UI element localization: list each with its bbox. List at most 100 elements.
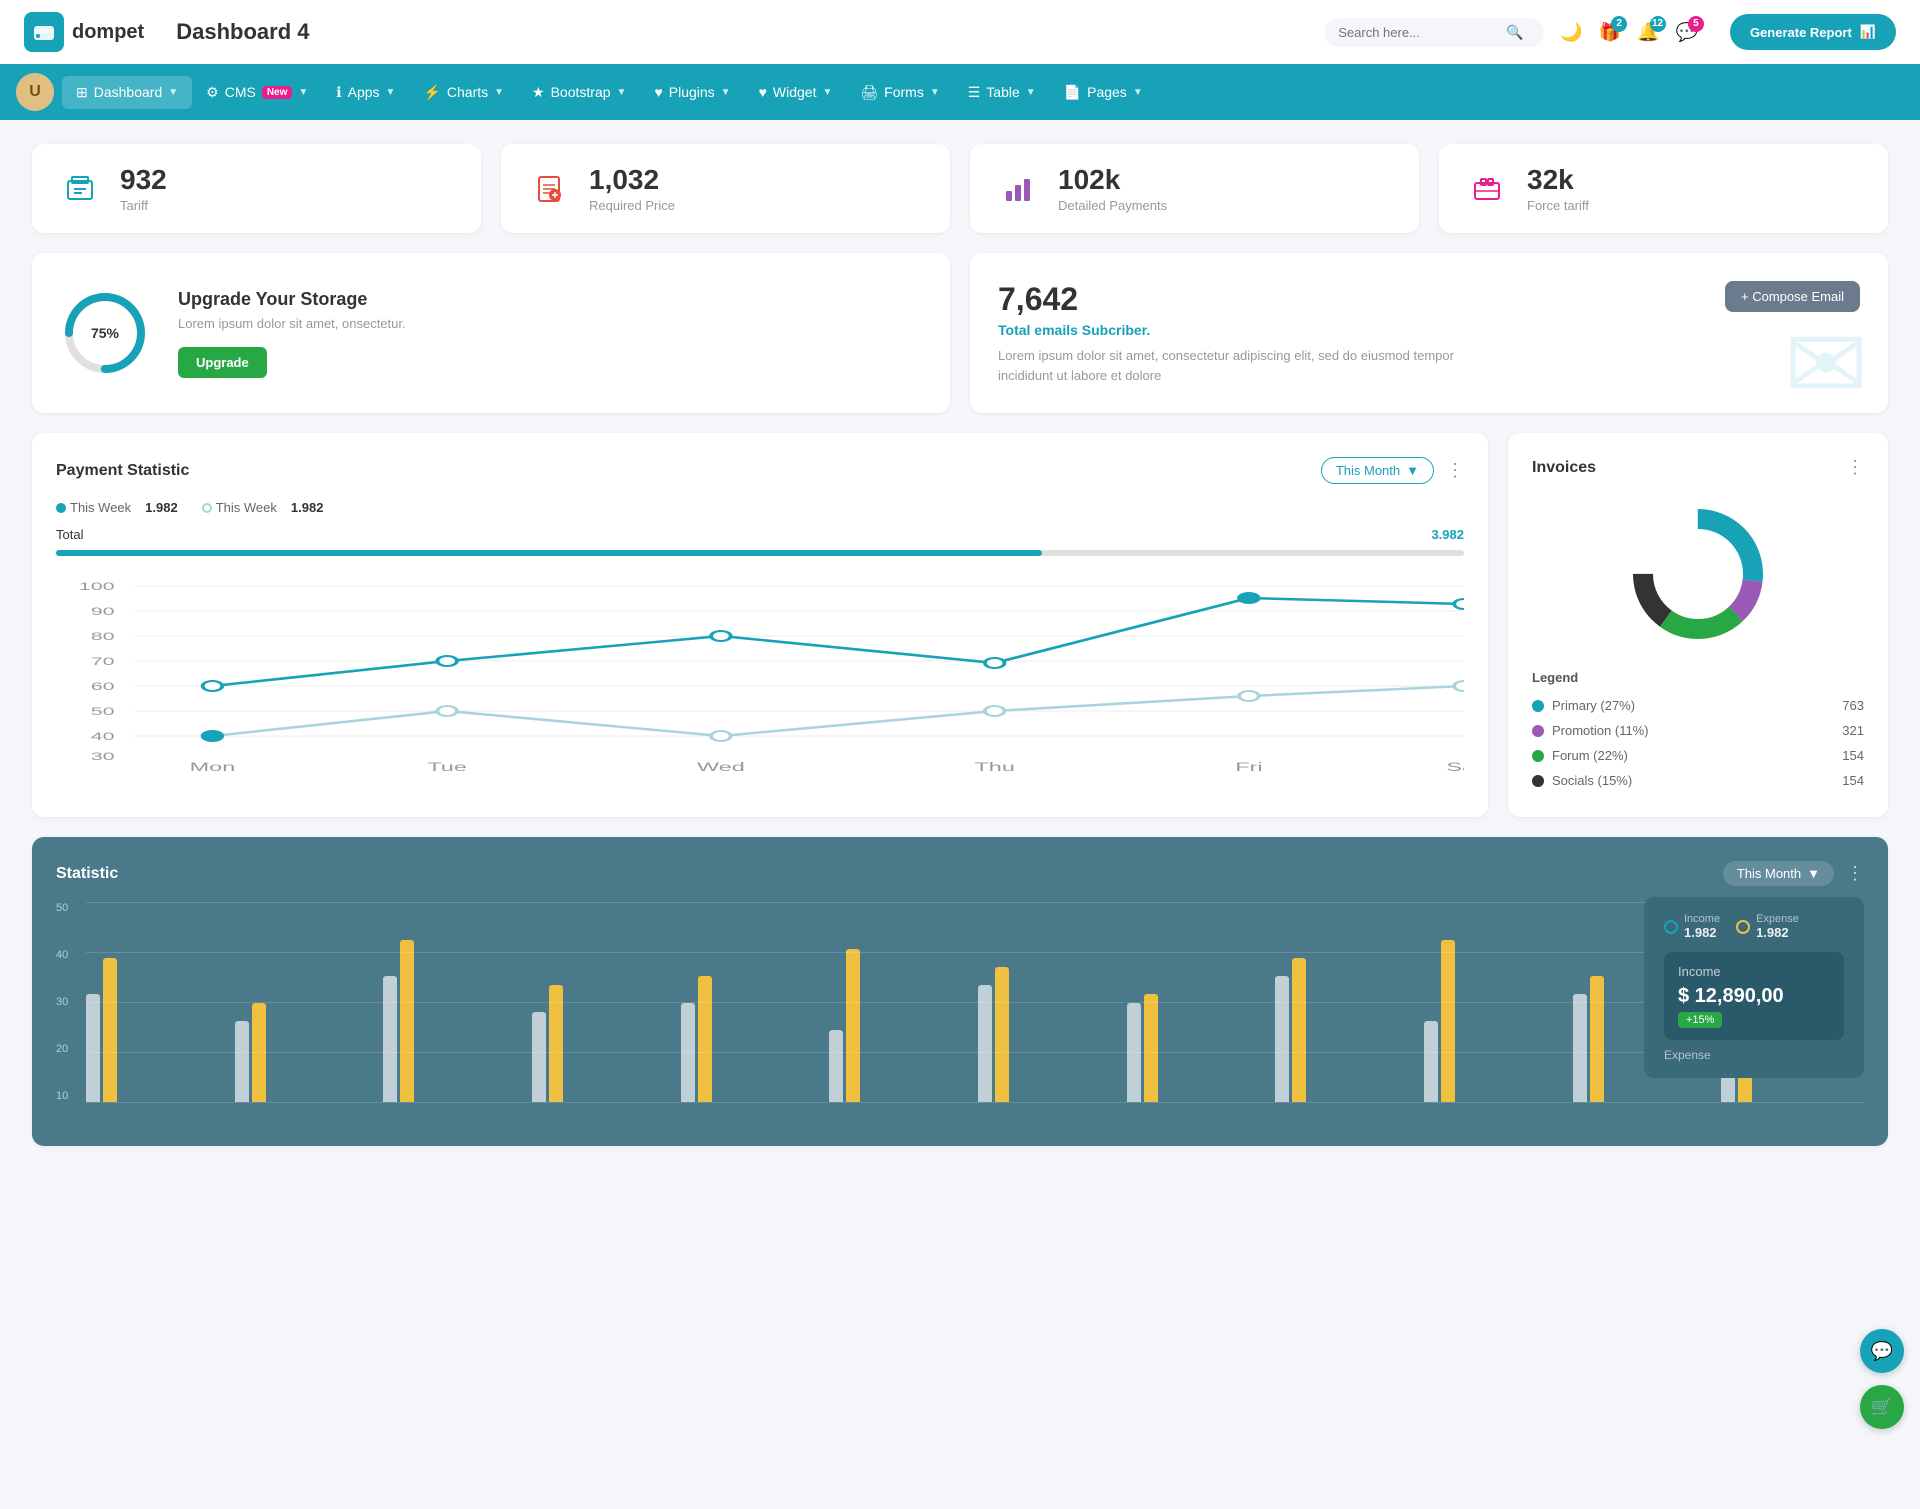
required-price-icon <box>525 165 573 213</box>
support-float-button[interactable]: 💬 <box>1860 1329 1904 1373</box>
legend-row-primary: Primary (27%) 763 <box>1532 693 1864 718</box>
plugins-icon: ♥ <box>654 84 662 100</box>
gift-icon-btn[interactable]: 🎁 2 <box>1599 22 1621 43</box>
sidebar-item-table[interactable]: ☰ Table ▼ <box>954 76 1050 109</box>
stat-cards: 932 Tariff 1,032 Required Price <box>32 144 1888 233</box>
legend-dot-1 <box>56 503 66 513</box>
circle-label: 75% <box>91 325 119 341</box>
detailed-payments-label: Detailed Payments <box>1058 198 1167 213</box>
total-value: 3.982 <box>1431 527 1464 542</box>
invoices-more-options-icon[interactable]: ⋮ <box>1846 457 1864 478</box>
generate-report-button[interactable]: Generate Report 📊 <box>1730 14 1896 50</box>
legend-item-2: This Week 1.982 <box>202 500 324 515</box>
legend-dot-2 <box>202 503 212 513</box>
y-label-20: 20 <box>56 1043 86 1055</box>
y-axis: 50 40 30 20 10 <box>56 902 86 1122</box>
chevron-down-icon: ▼ <box>1133 87 1143 98</box>
sidebar-item-charts[interactable]: ⚡ Charts ▼ <box>409 76 518 109</box>
middle-row: 75% Upgrade Your Storage Lorem ipsum dol… <box>32 253 1888 413</box>
more-options-icon[interactable]: ⋮ <box>1446 460 1464 481</box>
svg-text:80: 80 <box>91 630 115 642</box>
required-price-label: Required Price <box>589 198 675 213</box>
chat-icon-btn[interactable]: 💬 5 <box>1676 22 1698 43</box>
logo-icon <box>24 12 64 52</box>
detailed-payments-value: 102k <box>1058 164 1167 196</box>
chevron-down-icon: ▼ <box>1026 87 1036 98</box>
sidebar-item-plugins[interactable]: ♥ Plugins ▼ <box>640 76 744 108</box>
svg-text:Tue: Tue <box>427 760 467 774</box>
invoices-title: Invoices <box>1532 459 1596 477</box>
float-buttons: 💬 🛒 <box>1860 1329 1904 1429</box>
email-card-description: Lorem ipsum dolor sit amet, consectetur … <box>998 346 1478 385</box>
stat-card-force-tariff: 32k Force tariff <box>1439 144 1888 233</box>
legend-row-promotion: Promotion (11%) 321 <box>1532 718 1864 743</box>
chevron-down-icon: ▼ <box>386 87 396 98</box>
moon-icon-btn[interactable]: 🌙 <box>1560 22 1582 43</box>
svg-text:60: 60 <box>91 680 115 692</box>
y-label-10: 10 <box>56 1090 86 1102</box>
svg-text:30: 30 <box>91 750 115 762</box>
bell-badge: 12 <box>1650 16 1666 32</box>
payment-card: Payment Statistic This Month ▼ ⋮ This We… <box>32 433 1488 817</box>
sidebar-item-apps[interactable]: ℹ Apps ▼ <box>322 76 409 109</box>
dashboard-icon: ⊞ <box>76 84 88 101</box>
invoices-header: Invoices ⋮ <box>1532 457 1864 478</box>
bar-chart-container: 50 40 30 20 10 <box>56 902 1864 1122</box>
storage-title: Upgrade Your Storage <box>178 289 406 310</box>
bell-icon-btn[interactable]: 🔔 12 <box>1637 22 1659 43</box>
statistic-more-options-icon[interactable]: ⋮ <box>1846 863 1864 884</box>
svg-text:Mon: Mon <box>190 760 236 774</box>
search-box[interactable]: 🔍 <box>1324 18 1544 47</box>
circle-progress: 75% <box>60 288 150 378</box>
legend-item-1: This Week 1.982 <box>56 500 178 515</box>
income-badge: +15% <box>1678 1012 1722 1028</box>
legend-row-socials: Socials (15%) 154 <box>1532 768 1864 793</box>
content: 932 Tariff 1,032 Required Price <box>0 120 1920 1170</box>
line-chart-area: 100 90 80 70 60 50 40 30 <box>56 576 1464 776</box>
envelope-icon: ✉ <box>1784 306 1868 413</box>
tariff-info: 932 Tariff <box>120 164 167 213</box>
sidebar-item-bootstrap[interactable]: ★ Bootstrap ▼ <box>518 76 640 109</box>
email-card: + Compose Email 7,642 Total emails Subcr… <box>970 253 1888 413</box>
total-progress-bar <box>56 550 1464 556</box>
statistic-content: 50 40 30 20 10 <box>56 902 1864 1122</box>
chevron-down-icon: ▼ <box>1807 866 1820 881</box>
svg-text:100: 100 <box>79 580 115 592</box>
cart-float-button[interactable]: 🛒 <box>1860 1385 1904 1429</box>
income-panel: Income 1.982 Expense 1.982 Income $ <box>1644 897 1864 1078</box>
svg-text:40: 40 <box>91 730 115 742</box>
sidebar-item-forms[interactable]: 🖨 Forms ▼ <box>846 76 953 109</box>
legend-row-forum: Forum (22%) 154 <box>1532 743 1864 768</box>
socials-dot <box>1532 775 1544 787</box>
email-card-subtitle: Total emails Subcriber. <box>998 322 1860 338</box>
tariff-label: Tariff <box>120 198 167 213</box>
chevron-down-icon: ▼ <box>168 87 178 98</box>
pages-icon: 📄 <box>1064 84 1081 101</box>
required-price-info: 1,032 Required Price <box>589 164 675 213</box>
this-month-button[interactable]: This Month ▼ <box>1321 457 1434 484</box>
line-chart-svg: 100 90 80 70 60 50 40 30 <box>56 576 1464 776</box>
navbar: U ⊞ Dashboard ▼ ⚙ CMS New ▼ ℹ Apps ▼ ⚡ C… <box>0 64 1920 120</box>
storage-description: Lorem ipsum dolor sit amet, onsectetur. <box>178 316 406 331</box>
legend-label: Legend <box>1532 670 1864 685</box>
stat-card-required-price: 1,032 Required Price <box>501 144 950 233</box>
apps-icon: ℹ <box>336 84 341 101</box>
upgrade-button[interactable]: Upgrade <box>178 347 267 378</box>
statistic-this-month-button[interactable]: This Month ▼ <box>1723 861 1834 886</box>
gift-badge: 2 <box>1611 16 1627 32</box>
chart-icon: 📊 <box>1860 24 1876 40</box>
storage-card: 75% Upgrade Your Storage Lorem ipsum dol… <box>32 253 950 413</box>
sidebar-item-pages[interactable]: 📄 Pages ▼ <box>1050 76 1157 109</box>
svg-text:Fri: Fri <box>1235 760 1262 774</box>
sidebar-item-widget[interactable]: ♥ Widget ▼ <box>745 76 847 108</box>
sidebar-item-cms[interactable]: ⚙ CMS New ▼ <box>192 76 322 109</box>
sidebar-item-dashboard[interactable]: ⊞ Dashboard ▼ <box>62 76 192 109</box>
payment-legend: This Week 1.982 This Week 1.982 <box>56 500 1464 515</box>
detailed-payments-icon <box>994 165 1042 213</box>
donut-chart <box>1532 494 1864 654</box>
invoices-card: Invoices ⋮ Legend <box>1508 433 1888 817</box>
chevron-down-icon: ▼ <box>721 87 731 98</box>
total-label: Total <box>56 527 83 542</box>
tariff-icon <box>56 165 104 213</box>
search-input[interactable] <box>1338 25 1498 40</box>
